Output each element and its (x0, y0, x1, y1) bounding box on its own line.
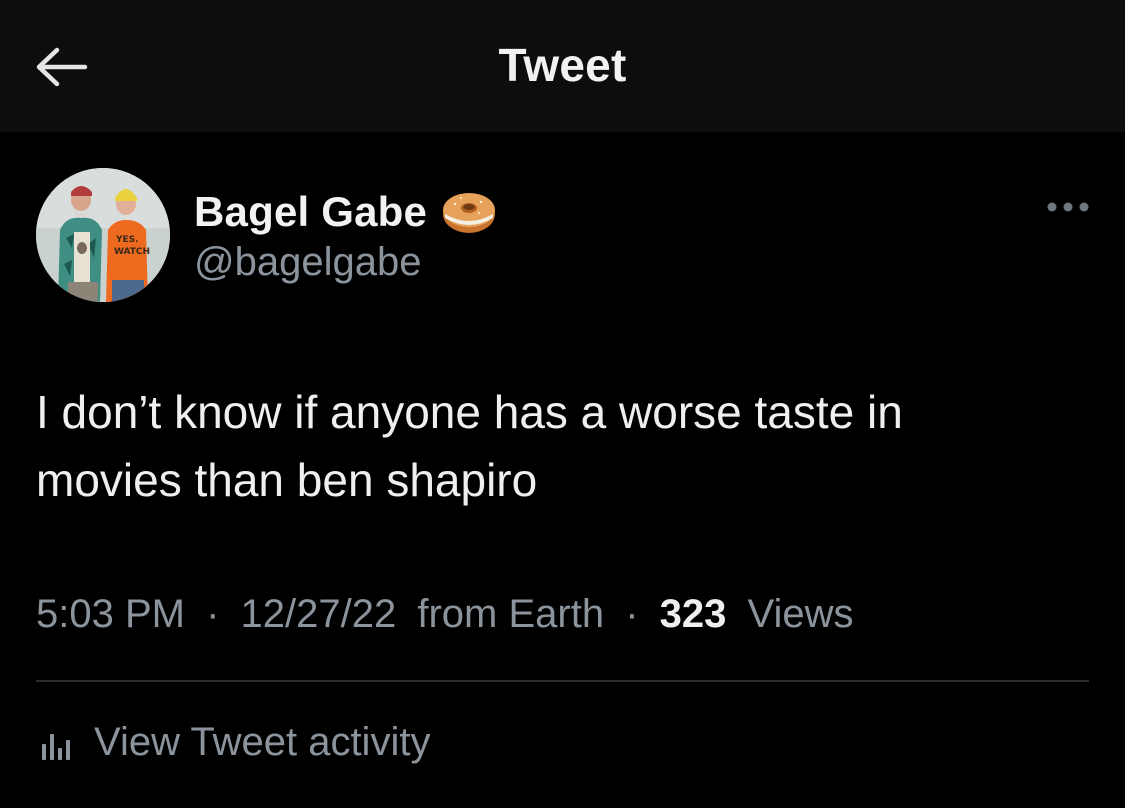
bagel-emoji-icon (439, 188, 499, 236)
author-name-row: Bagel Gabe (194, 182, 499, 242)
tweet-metadata: 5:03 PM · 12/27/22 from Earth · 323 View… (36, 592, 854, 637)
views-count: 323 (659, 592, 727, 636)
separator-dot: · (625, 592, 639, 636)
avatar[interactable]: YES. WATCH (36, 168, 170, 302)
activity-label: View Tweet activity (94, 719, 431, 764)
author-display-name[interactable]: Bagel Gabe (194, 188, 427, 236)
profile-photo: YES. WATCH (36, 168, 170, 302)
divider (36, 680, 1089, 682)
page-title: Tweet (498, 39, 627, 91)
views-label: Views (747, 592, 854, 636)
svg-text:YES.: YES. (115, 235, 139, 245)
top-navigation-bar: Tweet (0, 0, 1125, 132)
tweet-text: I don’t know if anyone has a worse taste… (36, 386, 903, 506)
tweet-author-header: YES. WATCH Bagel Gabe @bagelgabe (36, 168, 1096, 304)
tweet-time[interactable]: 5:03 PM (36, 592, 185, 636)
view-tweet-activity-button[interactable]: View Tweet activity (36, 712, 430, 772)
author-handle[interactable]: @bagelgabe (194, 240, 421, 285)
separator-dot: · (206, 592, 220, 636)
bar-chart-icon (36, 720, 80, 764)
more-horizontal-icon (1047, 202, 1089, 212)
tweet-date[interactable]: 12/27/22 (241, 592, 397, 636)
tweet-source: from Earth (417, 592, 605, 636)
svg-text:WATCH: WATCH (114, 247, 150, 257)
more-options-button[interactable] (1038, 194, 1098, 220)
